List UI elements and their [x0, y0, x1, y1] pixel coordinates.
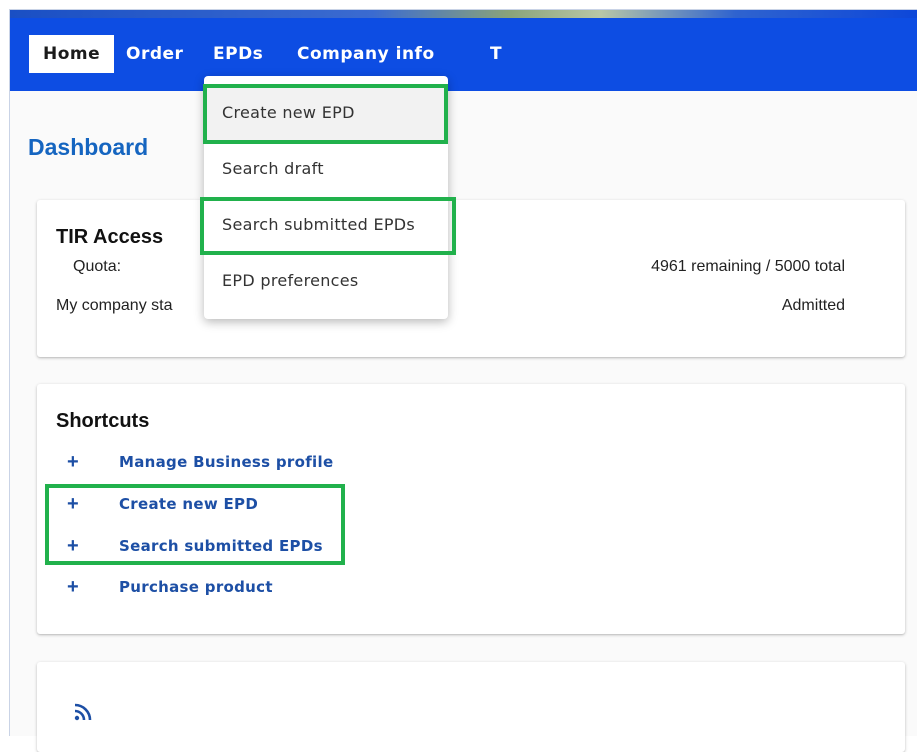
shortcut-search-submitted-epds[interactable]: + Search submitted EPDs	[67, 534, 323, 558]
tir-access-card: TIR Access Quota: 4961 remaining / 5000 …	[37, 200, 905, 357]
page-title: Dashboard	[28, 134, 149, 160]
shortcut-label: Create new EPD	[119, 495, 259, 513]
nav-epds[interactable]: EPDs	[213, 35, 263, 73]
shortcut-create-new-epd[interactable]: + Create new EPD	[67, 492, 258, 516]
quota-label: Quota:	[73, 258, 122, 275]
shortcut-label: Purchase product	[119, 578, 273, 596]
company-status-label: My company sta	[56, 297, 173, 314]
plus-icon: +	[67, 493, 79, 515]
shortcut-label: Manage Business profile	[119, 453, 334, 471]
nav-company-info[interactable]: Company info	[297, 35, 435, 73]
nav-home[interactable]: Home	[29, 35, 115, 73]
menu-item-search-submitted-epds[interactable]: Search submitted EPDs	[204, 197, 448, 253]
shortcuts-card: Shortcuts + Manage Business profile + Crea…	[37, 384, 905, 634]
menu-item-search-draft[interactable]: Search draft	[204, 141, 448, 197]
quota-value: 4961 remaining / 5000 total	[651, 258, 845, 275]
nav-t[interactable]: T	[490, 35, 502, 73]
menu-item-epd-preferences[interactable]: EPD preferences	[204, 253, 448, 309]
company-status-value: Admitted	[781, 297, 845, 314]
nav-order[interactable]: Order	[126, 35, 183, 73]
epds-dropdown-menu: Create new EPD Search draft Search submi…	[204, 76, 448, 319]
feed-card	[37, 662, 905, 752]
plus-icon: +	[67, 535, 79, 557]
shortcut-label: Search submitted EPDs	[119, 537, 323, 555]
rss-feed-icon[interactable]	[73, 702, 93, 722]
plus-icon: +	[67, 451, 79, 473]
plus-icon: +	[67, 576, 79, 598]
shortcuts-title: Shortcuts	[56, 410, 150, 432]
menu-item-create-new-epd[interactable]: Create new EPD	[204, 85, 448, 141]
top-navbar: Home Order EPDs Company info T	[10, 18, 917, 91]
shortcut-manage-business-profile[interactable]: + Manage Business profile	[67, 450, 333, 474]
shortcut-purchase-product[interactable]: + Purchase product	[67, 575, 273, 599]
tir-access-title: TIR Access	[56, 226, 164, 248]
header-image-strip	[10, 10, 917, 18]
